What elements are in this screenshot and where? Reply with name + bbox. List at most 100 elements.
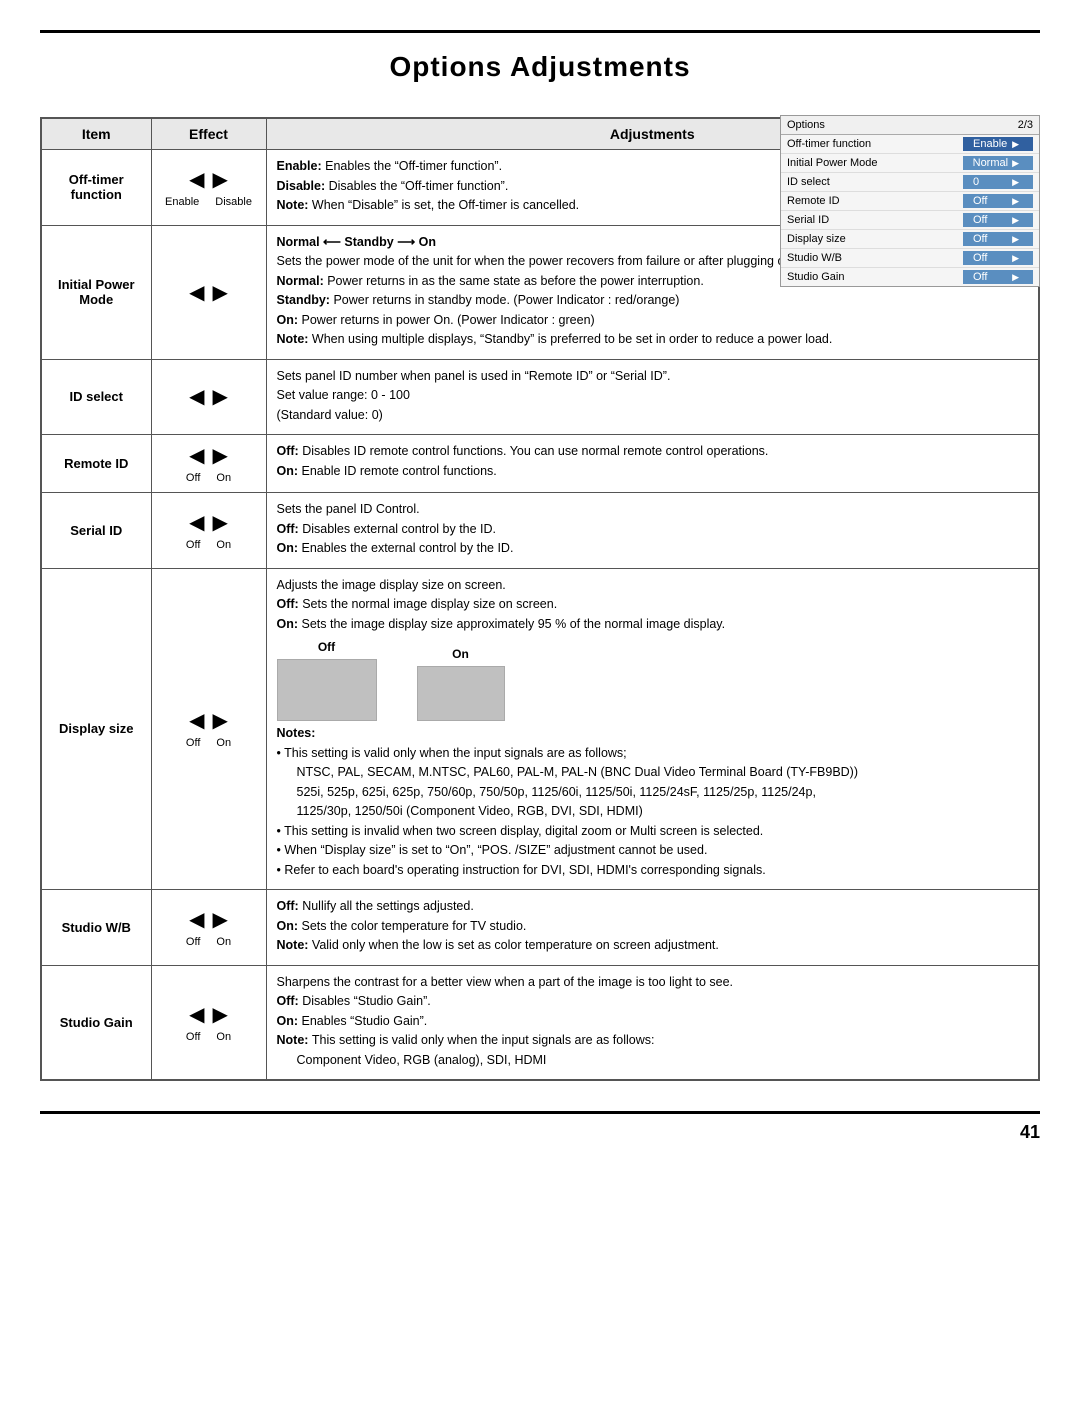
page-title: Options Adjustments (0, 33, 1080, 97)
effect-label-right: On (216, 472, 231, 484)
effect-cell: ◀▶OffOn (151, 890, 266, 966)
effect-cell: ◀▶OffOn (151, 568, 266, 890)
effect-cell: ◀ ▶ Off On (151, 493, 266, 569)
item-cell: ID select (41, 359, 151, 435)
adj-indent: Component Video, RGB (analog), SDI, HDMI (277, 1052, 1029, 1070)
display-off-label: Off (318, 639, 335, 656)
menu-box-title: Options (787, 119, 825, 131)
adj-bullet: • When “Display size” is set to “On”, “P… (277, 842, 1029, 860)
menu-row-value: Off▶ (963, 213, 1033, 227)
adj-indent: 525i, 525p, 625i, 625p, 750/60p, 750/50p… (277, 784, 1029, 802)
arrow-control: ◀ ▶ Off On (162, 510, 256, 551)
menu-box-header: Options 2/3 (781, 116, 1039, 135)
effect-label-left: Enable (165, 196, 199, 208)
display-on-group: On (417, 646, 505, 721)
effect-label-right: Disable (215, 196, 252, 208)
adj-bullet: • Refer to each board's operating instru… (277, 862, 1029, 880)
left-arrow-icon[interactable]: ◀ (189, 167, 204, 192)
adj-labeled-line: Off: Sets the normal image display size … (277, 596, 1029, 614)
menu-row-value: Off▶ (963, 251, 1033, 265)
arrow-control: ◀▶OffOn (162, 907, 256, 948)
item-cell: Off-timer function (41, 150, 151, 226)
effect-cell: ◀▶ (151, 225, 266, 359)
adj-labeled-line: Off: Nullify all the settings adjusted. (277, 898, 1029, 916)
menu-row-label: Display size (787, 233, 963, 245)
menu-row: Remote IDOff▶ (781, 192, 1039, 211)
menu-arrow-icon: ▶ (1012, 234, 1019, 245)
right-arrow-icon[interactable]: ▶ (213, 280, 228, 305)
left-arrow-icon[interactable]: ◀ (189, 280, 204, 305)
adjustments-cell: Off: Nullify all the settings adjusted.O… (266, 890, 1039, 966)
menu-row-label: ID select (787, 176, 963, 188)
effect-label-right: On (216, 1031, 231, 1043)
adj-plain: (Standard value: 0) (277, 407, 1029, 425)
menu-arrow-icon: ▶ (1012, 215, 1019, 226)
table-row: Serial ID◀▶OffOnSets the panel ID Contro… (41, 493, 1039, 569)
left-arrow-icon[interactable]: ◀ (189, 1002, 204, 1027)
menu-arrow-icon: ▶ (1012, 272, 1019, 283)
display-off-group: Off (277, 639, 377, 721)
adj-notes-header: Notes: (277, 725, 1029, 743)
menu-row-value: 0▶ (963, 175, 1033, 189)
right-arrow-icon[interactable]: ▶ (213, 443, 228, 468)
effect-label-right: On (216, 539, 231, 551)
item-cell: Display size (41, 568, 151, 890)
menu-row: Display sizeOff▶ (781, 230, 1039, 249)
adjustments-cell: Off: Disables ID remote control function… (266, 435, 1039, 493)
adj-labeled-line: Note: When using multiple displays, “Sta… (277, 331, 1029, 349)
effect-label-left: Off (186, 539, 200, 551)
adj-labeled-line: On: Enable ID remote control functions. (277, 463, 1029, 481)
adj-plain: Sets the panel ID Control. (277, 501, 1029, 519)
table-row: Studio W/B◀▶OffOnOff: Nullify all the se… (41, 890, 1039, 966)
left-arrow-icon[interactable]: ◀ (189, 510, 204, 535)
adj-labeled-line: On: Enables “Studio Gain”. (277, 1013, 1029, 1031)
left-arrow-icon[interactable]: ◀ (189, 907, 204, 932)
right-arrow-icon[interactable]: ▶ (213, 384, 228, 409)
header-effect: Effect (151, 118, 266, 150)
item-cell: Remote ID (41, 435, 151, 493)
arrow-control: ◀▶ (162, 384, 256, 409)
item-cell: Studio Gain (41, 965, 151, 1080)
adj-labeled-line: Standby: Power returns in standby mode. … (277, 292, 1029, 310)
menu-arrow-icon: ▶ (1012, 177, 1019, 188)
arrow-control: ◀ ▶ Off On (162, 1002, 256, 1043)
table-row: ID select◀▶Sets panel ID number when pan… (41, 359, 1039, 435)
right-arrow-icon[interactable]: ▶ (213, 167, 228, 192)
effect-label-left: Off (186, 472, 200, 484)
table-row: Studio Gain ◀ ▶ Off On Sharpens the contrast … (41, 965, 1039, 1080)
menu-row-value: Normal▶ (963, 156, 1033, 170)
adj-labeled-line: On: Sets the image display size approxim… (277, 616, 1029, 634)
menu-row-label: Studio Gain (787, 271, 963, 283)
right-arrow-icon[interactable]: ▶ (213, 907, 228, 932)
left-arrow-icon[interactable]: ◀ (189, 708, 204, 733)
adjustments-cell: Sets the panel ID Control.Off: Disables … (266, 493, 1039, 569)
left-arrow-icon[interactable]: ◀ (189, 384, 204, 409)
adj-plain: Adjusts the image display size on screen… (277, 577, 1029, 595)
arrow-control: ◀▶ (162, 280, 256, 305)
effect-label-right: On (216, 936, 231, 948)
display-on-label: On (452, 646, 469, 663)
left-arrow-icon[interactable]: ◀ (189, 443, 204, 468)
right-arrow-icon[interactable]: ▶ (213, 510, 228, 535)
menu-row: Studio GainOff▶ (781, 268, 1039, 286)
effect-cell: ◀ ▶ Enable Disable (151, 150, 266, 226)
effect-label-left: Off (186, 1031, 200, 1043)
effect-label-left: Off (186, 737, 200, 749)
adjustments-cell: Sharpens the contrast for a better view … (266, 965, 1039, 1080)
menu-arrow-icon: ▶ (1012, 158, 1019, 169)
adj-plain: Sets panel ID number when panel is used … (277, 368, 1029, 386)
table-row: Remote ID ◀ ▶ Off On Off: Disables ID remote … (41, 435, 1039, 493)
arrow-control: ◀▶OffOn (162, 708, 256, 749)
menu-rows: Off-timer functionEnable▶Initial Power M… (781, 135, 1039, 286)
menu-row-value: Off▶ (963, 270, 1033, 284)
right-arrow-icon[interactable]: ▶ (213, 708, 228, 733)
menu-row: Off-timer functionEnable▶ (781, 135, 1039, 154)
adj-indent: NTSC, PAL, SECAM, M.NTSC, PAL60, PAL-M, … (277, 764, 1029, 782)
menu-row: Studio W/BOff▶ (781, 249, 1039, 268)
adj-labeled-line: On: Power returns in power On. (Power In… (277, 312, 1029, 330)
menu-arrow-icon: ▶ (1012, 253, 1019, 264)
page-container: Options Adjustments Options 2/3 Off-time… (0, 30, 1080, 1427)
right-arrow-icon[interactable]: ▶ (213, 1002, 228, 1027)
adj-labeled-line: Note: Valid only when the low is set as … (277, 937, 1029, 955)
effect-cell: ◀ ▶ Off On (151, 435, 266, 493)
